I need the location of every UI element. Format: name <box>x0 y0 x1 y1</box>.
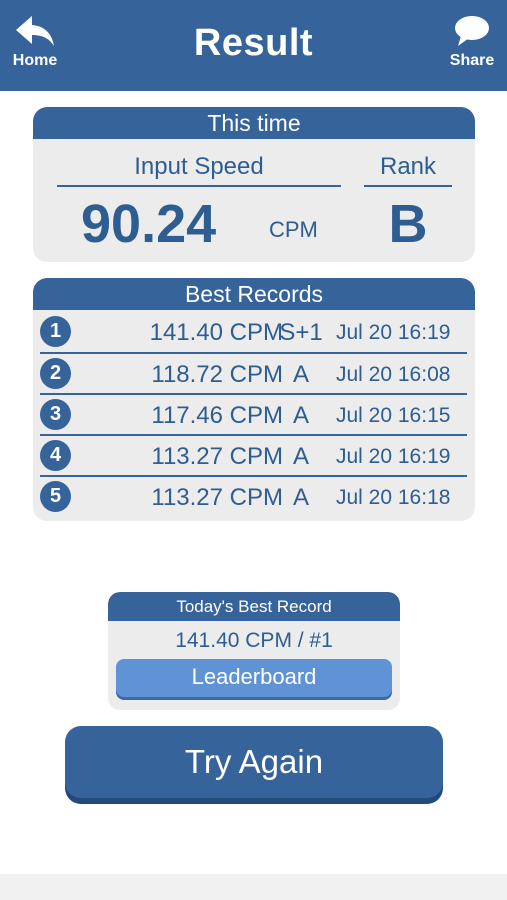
todays-best-value: 141.40 CPM / #1 <box>175 629 333 652</box>
record-rank: A <box>292 443 309 470</box>
this-time-heading: This time <box>33 107 475 139</box>
rank-divider <box>364 185 452 187</box>
record-row: 2 118.72 CPM A Jul 20 16:08 <box>33 353 475 394</box>
record-row: 1 141.40 CPM S+1 Jul 20 16:19 <box>33 311 475 352</box>
record-rank: A <box>292 402 309 429</box>
record-number-badge: 4 <box>40 440 71 471</box>
record-cpm: 113.27 CPM <box>151 443 283 470</box>
record-cpm: 141.40 CPM <box>149 319 283 346</box>
record-cpm: 117.46 CPM <box>151 402 283 429</box>
page-title: Result <box>193 22 314 64</box>
record-date: Jul 20 16:08 <box>336 363 451 386</box>
share-label: Share <box>449 52 495 69</box>
leaderboard-button[interactable]: Leaderboard <box>116 659 392 697</box>
best-records-heading: Best Records <box>33 278 475 310</box>
record-rank: A <box>292 361 309 388</box>
speech-bubble-icon <box>455 16 489 46</box>
app-header: Home Result Share <box>0 0 507 91</box>
record-row: 3 117.46 CPM A Jul 20 16:15 <box>33 394 475 435</box>
input-speed-value: 90.24 <box>81 194 217 254</box>
record-row: 4 113.27 CPM A Jul 20 16:19 <box>33 435 475 476</box>
record-date: Jul 20 16:18 <box>336 486 451 509</box>
record-date: Jul 20 16:19 <box>336 321 451 344</box>
todays-best-heading: Today's Best Record <box>108 592 400 621</box>
record-date: Jul 20 16:15 <box>336 404 451 427</box>
record-number-badge: 1 <box>40 316 71 347</box>
rank-label: Rank <box>379 153 437 180</box>
this-time-panel: This time Input Speed Rank 90.24 CPM B <box>33 107 475 262</box>
record-date: Jul 20 16:19 <box>336 445 451 468</box>
bottom-bar <box>0 874 507 900</box>
record-number-badge: 2 <box>40 358 71 389</box>
record-cpm: 118.72 CPM <box>151 361 283 388</box>
best-records-panel: Best Records 1 141.40 CPM S+1 Jul 20 16:… <box>33 278 475 521</box>
record-rank: S+1 <box>279 319 323 346</box>
record-row: 5 113.27 CPM A Jul 20 16:18 <box>33 476 475 517</box>
input-speed-unit: CPM <box>269 217 318 242</box>
todays-best-panel: Today's Best Record 141.40 CPM / #1 Lead… <box>108 592 400 710</box>
input-speed-divider <box>57 185 341 187</box>
rank-value: B <box>388 194 428 254</box>
input-speed-label: Input Speed <box>134 153 264 180</box>
record-number-badge: 5 <box>40 481 71 512</box>
try-again-button[interactable]: Try Again <box>65 726 443 798</box>
share-button[interactable]: Share <box>437 14 507 80</box>
record-rank: A <box>292 484 309 511</box>
record-cpm: 113.27 CPM <box>151 484 283 511</box>
record-number-badge: 3 <box>40 399 71 430</box>
